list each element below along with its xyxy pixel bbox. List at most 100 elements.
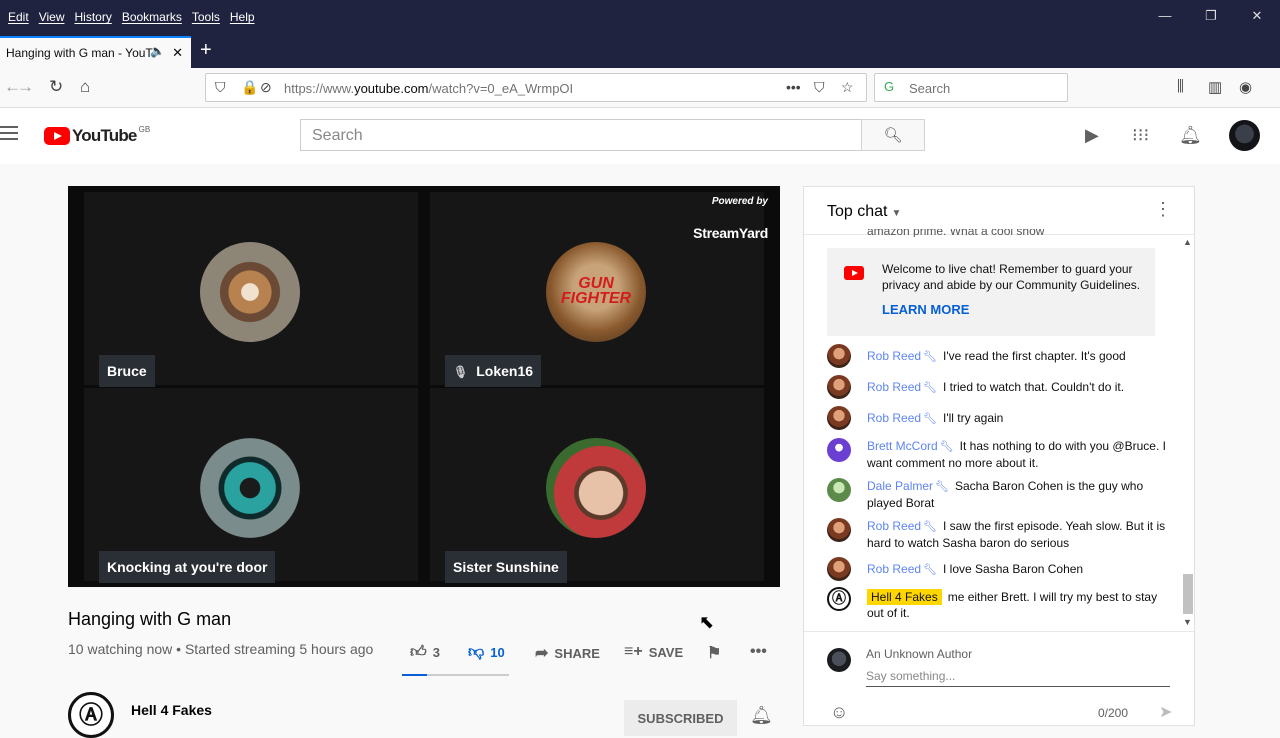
report-button[interactable]: ⚑ bbox=[707, 643, 721, 663]
browser-search-placeholder: Search bbox=[909, 81, 951, 96]
caret-down-icon: ▼ bbox=[891, 208, 902, 219]
scroll-down-icon[interactable]: ▼ bbox=[1183, 617, 1192, 627]
share-button[interactable]: ➦ SHARE bbox=[535, 643, 600, 663]
menu-bookmarks[interactable]: Bookmarks bbox=[122, 10, 182, 24]
channel-avatar[interactable]: Ⓐ bbox=[68, 692, 114, 738]
youtube-logo[interactable]: YouTube GB bbox=[44, 125, 150, 146]
lock-icon[interactable]: 🔒 bbox=[241, 79, 258, 96]
restore-button[interactable]: ❐ bbox=[1188, 8, 1234, 24]
chat-mode-dropdown[interactable]: Top chat ▼ bbox=[827, 203, 901, 221]
author-avatar[interactable]: Ⓐ bbox=[827, 587, 851, 611]
account-icon[interactable]: ◉ bbox=[1239, 78, 1252, 96]
subscribe-button[interactable]: SUBSCRIBED bbox=[624, 700, 737, 736]
learn-more-link[interactable]: LEARN MORE bbox=[882, 302, 969, 317]
moderator-wrench-icon: 🔧︎ bbox=[923, 564, 938, 576]
author-avatar[interactable] bbox=[827, 478, 851, 502]
tab-hanging-with-g-man[interactable]: Hanging with G man - YouT 🔈 ✕ bbox=[0, 36, 191, 68]
search-engine-icon: G bbox=[884, 79, 895, 94]
author-name[interactable]: Brett McCord 🔧︎ bbox=[867, 439, 954, 453]
youtube-wordmark: YouTube bbox=[72, 126, 137, 145]
browser-search-bar[interactable]: G Search bbox=[874, 73, 1068, 102]
chat-message: Dale Palmer 🔧︎ Sacha Baron Cohen is the gu… bbox=[827, 478, 1167, 511]
chat-message-input[interactable]: Say something... bbox=[866, 669, 1170, 687]
home-icon[interactable]: ⌂ bbox=[80, 77, 90, 97]
menu-hamburger-icon[interactable] bbox=[0, 126, 18, 144]
save-button[interactable]: ≡+ SAVE bbox=[624, 643, 683, 661]
page-actions-icon[interactable]: ••• bbox=[786, 79, 801, 95]
library-icon[interactable]: ⫼ bbox=[1177, 78, 1184, 95]
create-video-icon[interactable]: ▶ bbox=[1085, 125, 1099, 146]
like-ratio-bar bbox=[402, 674, 509, 676]
streamyard-logo: StreamYard bbox=[693, 225, 768, 241]
streamyard-watermark: Powered by StreamYard bbox=[693, 196, 768, 241]
more-dots-icon: ••• bbox=[750, 643, 767, 660]
author-name[interactable]: Rob Reed 🔧︎ bbox=[867, 411, 937, 425]
menu-view[interactable]: View bbox=[39, 10, 65, 24]
menu-tools[interactable]: Tools bbox=[192, 10, 220, 24]
youtube-search-button[interactable]: 🔍︎ bbox=[861, 119, 925, 151]
author-avatar[interactable] bbox=[827, 344, 851, 368]
pocket-icon[interactable]: ⛉ bbox=[814, 79, 825, 96]
reload-icon[interactable]: ↻ bbox=[49, 77, 63, 97]
menu-help[interactable]: Help bbox=[230, 10, 255, 24]
minimize-button[interactable]: — bbox=[1142, 8, 1188, 24]
author-avatar[interactable] bbox=[827, 375, 851, 399]
chat-scrollbar[interactable]: ▲ ▼ bbox=[1181, 237, 1193, 629]
send-icon[interactable]: ➤ bbox=[1159, 702, 1172, 722]
anarchy-logo-icon: Ⓐ bbox=[79, 702, 103, 729]
chat-message: Ⓐ Hell 4 Fakes me either Brett. I will tr… bbox=[827, 587, 1167, 621]
thumbs-up-icon: 👍︎ bbox=[410, 644, 427, 661]
author-avatar[interactable] bbox=[827, 406, 851, 430]
video-player[interactable]: Bruce GUN FIGHTER 🎙︎ Loken16 Knocking at … bbox=[68, 186, 780, 587]
author-avatar[interactable] bbox=[827, 438, 851, 462]
shield-icon[interactable]: ⛉ bbox=[215, 79, 226, 96]
more-actions-button[interactable]: ••• bbox=[750, 643, 767, 661]
apps-grid-icon[interactable]: ⁝⁝⁝ bbox=[1132, 125, 1149, 146]
chat-message: Brett McCord 🔧︎ It has nothing to do with … bbox=[827, 438, 1167, 471]
channel-bell-icon[interactable]: 🔔︎ bbox=[750, 705, 773, 726]
author-name[interactable]: Rob Reed 🔧︎ bbox=[867, 562, 937, 576]
notifications-bell-icon[interactable]: 🔔︎ bbox=[1179, 125, 1202, 146]
scroll-up-icon[interactable]: ▲ bbox=[1183, 237, 1192, 247]
chat-cutoff-message: amazon prime. What a cool show bbox=[867, 229, 1045, 237]
chat-message: Rob Reed 🔧︎ I've read the first chapter. I… bbox=[827, 344, 1167, 368]
participant-name: 🎙︎ Loken16 bbox=[445, 355, 542, 387]
owner-badge[interactable]: Hell 4 Fakes bbox=[867, 589, 942, 605]
author-name[interactable]: Rob Reed 🔧︎ bbox=[867, 349, 937, 363]
author-name[interactable]: Dale Palmer 🔧︎ bbox=[867, 479, 949, 493]
welcome-text: Welcome to live chat! Remember to guard … bbox=[882, 262, 1141, 292]
channel-name[interactable]: Hell 4 Fakes bbox=[131, 702, 212, 718]
youtube-search-input[interactable]: Search bbox=[300, 119, 862, 151]
live-chat-panel: Top chat ▼ ⋮ amazon prime. What a cool sh… bbox=[803, 186, 1195, 726]
menu-edit[interactable]: Edit bbox=[8, 10, 29, 24]
url-bar[interactable]: ⛉ 🔒 ⊘ https://www.youtube.com/watch?v=0_… bbox=[205, 73, 867, 102]
close-window-button[interactable]: ✕ bbox=[1234, 8, 1280, 24]
new-tab-button[interactable]: + bbox=[200, 39, 212, 62]
author-avatar[interactable] bbox=[827, 518, 851, 542]
mouse-cursor-icon: ⬉ bbox=[699, 612, 715, 632]
chat-input-area: An Unknown Author Say something... ☺ 0/2… bbox=[804, 631, 1194, 727]
self-avatar bbox=[827, 648, 851, 672]
user-avatar[interactable] bbox=[1229, 120, 1260, 151]
chat-more-icon[interactable]: ⋮ bbox=[1154, 199, 1172, 220]
like-button[interactable]: 👍︎ 3 bbox=[410, 643, 440, 662]
playlist-add-icon: ≡+ bbox=[624, 643, 643, 660]
author-name[interactable]: Rob Reed 🔧︎ bbox=[867, 380, 937, 394]
search-icon: 🔍︎ bbox=[883, 127, 903, 144]
author-name[interactable]: Rob Reed 🔧︎ bbox=[867, 519, 937, 533]
scroll-thumb[interactable] bbox=[1183, 574, 1193, 614]
menu-history[interactable]: History bbox=[74, 10, 111, 24]
dislike-button[interactable]: 👎︎ 10 bbox=[468, 643, 505, 662]
autoplay-blocked-icon[interactable]: ⊘ bbox=[260, 79, 272, 96]
forward-icon[interactable]: → bbox=[17, 77, 34, 97]
author-avatar[interactable] bbox=[827, 557, 851, 581]
bookmark-star-icon[interactable]: ☆ bbox=[841, 79, 854, 96]
video-title: Hanging with G man bbox=[68, 609, 232, 629]
speaker-icon[interactable]: 🔈 bbox=[150, 44, 165, 58]
sidebar-icon[interactable]: ▥ bbox=[1208, 78, 1222, 96]
message-text: I love Sasha Baron Cohen bbox=[943, 562, 1084, 576]
menu-bar: Edit View History Bookmarks Tools Help —… bbox=[0, 0, 1280, 36]
navigation-bar: ← → ↻ ⌂ ⛉ 🔒 ⊘ https://www.youtube.com/wa… bbox=[0, 68, 1280, 108]
close-tab-icon[interactable]: ✕ bbox=[172, 45, 183, 61]
moderator-wrench-icon: 🔧︎ bbox=[923, 351, 938, 363]
